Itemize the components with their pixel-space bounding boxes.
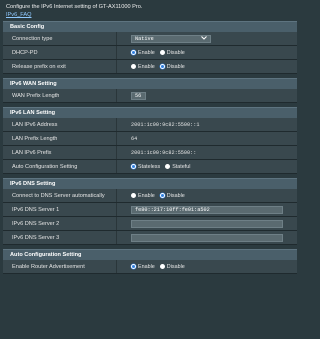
radio-label: Enable [138, 192, 155, 199]
wan-setting-header: IPv6 WAN Setting [3, 78, 297, 89]
dns-auto-disable-radio[interactable]: Disable [159, 192, 185, 199]
wan-prefix-length-row: WAN Prefix Length 56 [3, 89, 297, 103]
dhcp-pd-row: DHCP-PD Enable Disable [3, 46, 297, 60]
autoconf-stateless-radio[interactable]: Stateless [131, 164, 160, 170]
wan-setting-section: IPv6 WAN Setting WAN Prefix Length 56 [3, 78, 297, 103]
dns-server-1-label: IPv6 DNS Server 1 [3, 203, 117, 216]
auto-config-header: Auto Configuration Setting [3, 249, 297, 260]
dns-setting-header: IPv6 DNS Setting [3, 178, 297, 189]
radio-label: Disable [166, 63, 185, 70]
lan-address-value: 2001:1c00:9c82:5500::1 [131, 121, 200, 128]
autoconf-stateful-radio[interactable]: Stateful [165, 164, 190, 170]
lan-prefix-label: LAN IPv6 Prefix [3, 146, 117, 159]
dns-server-2-label: IPv6 DNS Server 2 [3, 217, 117, 230]
router-advertisement-disable-radio[interactable]: Disable [159, 263, 185, 270]
dns-server-1-input[interactable]: fe80::217:10ff:fe01:a502 [131, 205, 283, 214]
radio-selected-icon [131, 264, 136, 269]
router-advertisement-enable-radio[interactable]: Enable [131, 264, 155, 270]
dns-server-3-input[interactable] [131, 233, 283, 242]
basic-config-section: Basic Config Connection type Native DHCP… [3, 21, 297, 74]
connection-type-select[interactable]: Native [131, 34, 211, 43]
router-advertisement-row: Enable Router Advertisement Enable Disab… [3, 260, 297, 274]
lan-address-row: LAN IPv6 Address 2001:1c00:9c82:5500::1 [3, 118, 297, 132]
dns-server-3-row: IPv6 DNS Server 3 [3, 231, 297, 245]
dns-auto-enable-radio[interactable]: Enable [131, 193, 155, 199]
radio-label: Disable [166, 263, 185, 270]
auto-config-section: Auto Configuration Setting Enable Router… [3, 249, 297, 274]
radio-label: Enable [138, 49, 155, 56]
basic-config-header: Basic Config [3, 21, 297, 32]
router-advertisement-label: Enable Router Advertisement [3, 260, 117, 273]
radio-unselected-icon [131, 193, 136, 198]
radio-selected-icon [159, 64, 165, 69]
radio-label: Disable [166, 49, 185, 56]
autoconf-setting-label: Auto Configuration Setting [3, 160, 117, 173]
dhcp-pd-disable-radio[interactable]: Disable [159, 49, 185, 56]
dns-auto-label: Connect to DNS Server automatically [3, 189, 117, 202]
radio-selected-icon [131, 50, 136, 55]
radio-selected-icon [159, 193, 165, 198]
dns-auto-row: Connect to DNS Server automatically Enab… [3, 189, 297, 203]
radio-label: Enable [138, 263, 155, 270]
lan-prefix-length-value: 64 [131, 135, 138, 142]
chevron-down-icon [201, 35, 207, 42]
dns-server-2-input[interactable] [131, 219, 283, 228]
ipv6-faq-link[interactable]: IPv6_FAQ [6, 11, 32, 19]
connection-type-label: Connection type [3, 32, 117, 45]
dhcp-pd-label: DHCP-PD [3, 46, 117, 59]
intro: Configure the IPv6 Internet setting of G… [0, 0, 300, 21]
radio-unselected-icon [159, 50, 165, 55]
release-prefix-enable-radio[interactable]: Enable [131, 64, 155, 70]
lan-prefix-length-row: LAN Prefix Length 64 [3, 132, 297, 146]
lan-setting-section: IPv6 LAN Setting LAN IPv6 Address 2001:1… [3, 107, 297, 174]
lan-address-label: LAN IPv6 Address [3, 118, 117, 131]
connection-type-value: Native [135, 35, 154, 42]
radio-unselected-icon [131, 64, 136, 69]
lan-prefix-value: 2001:1c00:9c82:5500:: [131, 149, 197, 156]
radio-label: Disable [166, 192, 185, 199]
radio-selected-icon [131, 164, 136, 169]
radio-unselected-icon [159, 264, 165, 269]
radio-unselected-icon [165, 164, 171, 169]
autoconf-setting-row: Auto Configuration Setting Stateless Sta… [3, 160, 297, 174]
dns-server-3-label: IPv6 DNS Server 3 [3, 231, 117, 244]
dhcp-pd-enable-radio[interactable]: Enable [131, 50, 155, 56]
lan-prefix-row: LAN IPv6 Prefix 2001:1c00:9c82:5500:: [3, 146, 297, 160]
radio-label: Stateless [138, 163, 161, 170]
connection-type-row: Connection type Native [3, 32, 297, 46]
page-description: Configure the IPv6 Internet setting of G… [6, 4, 143, 10]
radio-label: Enable [138, 63, 155, 70]
release-prefix-row: Release prefix on exit Enable Disable [3, 60, 297, 74]
release-prefix-disable-radio[interactable]: Disable [159, 63, 185, 70]
dns-server-1-row: IPv6 DNS Server 1 fe80::217:10ff:fe01:a5… [3, 203, 297, 217]
dns-setting-section: IPv6 DNS Setting Connect to DNS Server a… [3, 178, 297, 245]
release-prefix-label: Release prefix on exit [3, 60, 117, 73]
radio-label: Stateful [172, 163, 191, 170]
dns-server-2-row: IPv6 DNS Server 2 [3, 217, 297, 231]
lan-prefix-length-label: LAN Prefix Length [3, 132, 117, 145]
lan-setting-header: IPv6 LAN Setting [3, 107, 297, 118]
wan-prefix-length-label: WAN Prefix Length [3, 89, 117, 102]
wan-prefix-length-input[interactable]: 56 [131, 91, 146, 100]
